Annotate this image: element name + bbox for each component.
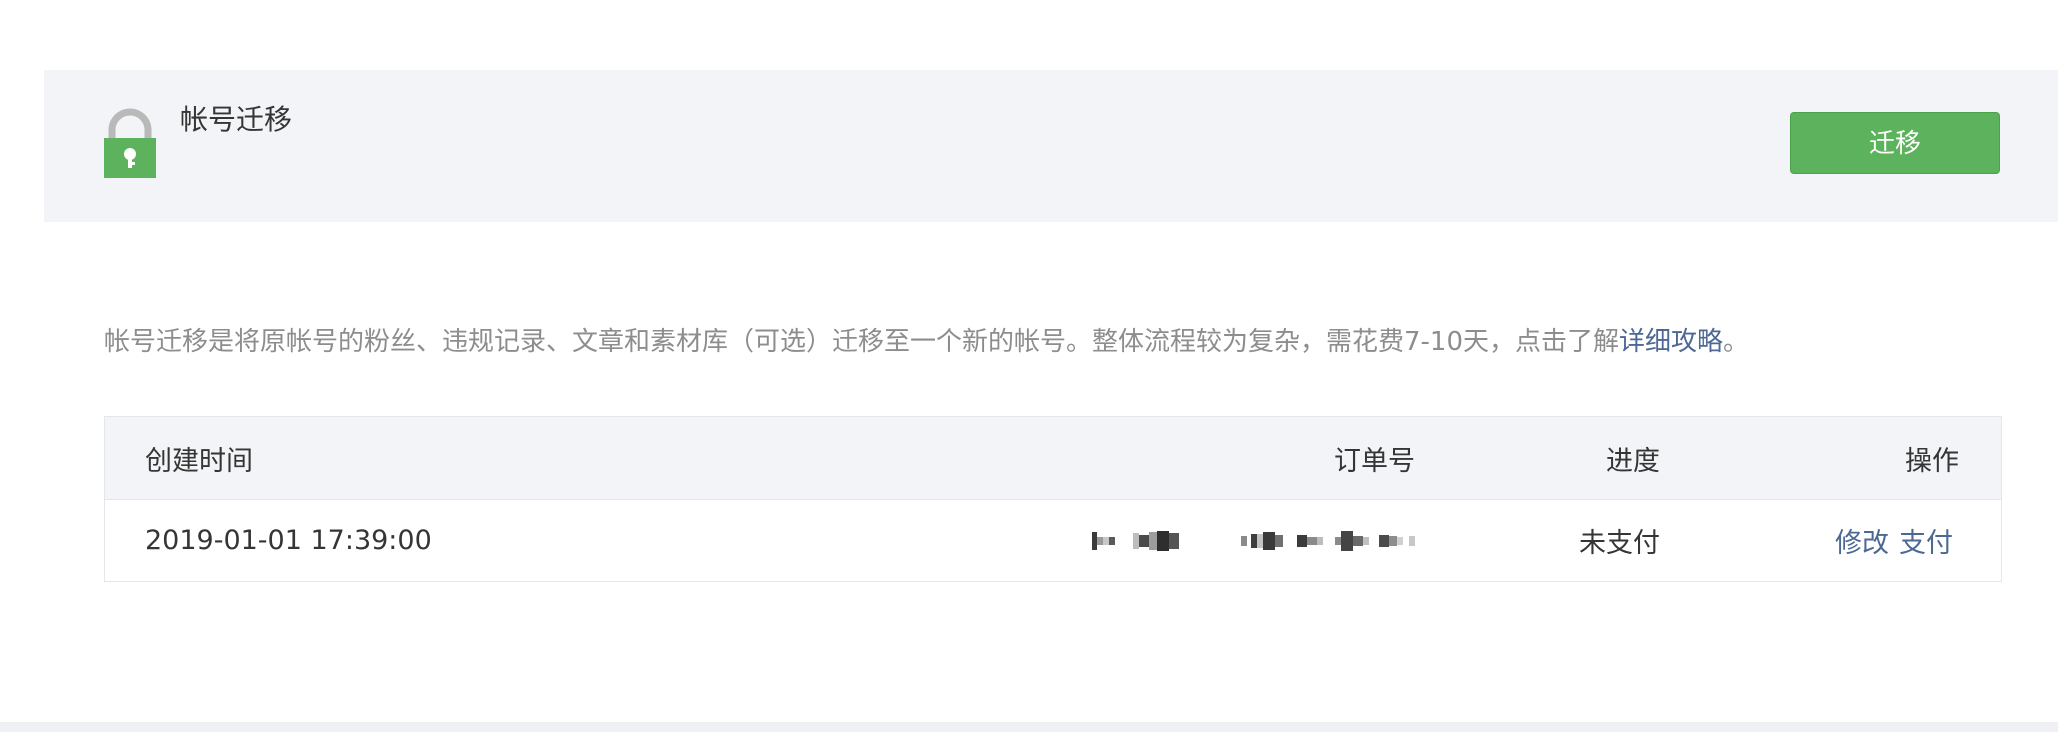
row-created-time: 2019-01-01 17:39:00 xyxy=(145,525,432,556)
migrate-button[interactable]: 迁移 xyxy=(1790,112,2000,174)
header-actions: 操作 xyxy=(1905,445,1959,477)
orders-table: 创建时间 订单号 进度 操作 2019-01-01 17:39:00 未支付 修… xyxy=(104,416,2002,582)
unlocked-padlock-icon xyxy=(104,108,156,178)
edit-link[interactable]: 修改 xyxy=(1835,521,1889,560)
migration-description: 帐号迁移是将原帐号的粉丝、违规记录、文章和素材库（可选）迁移至一个新的帐号。整体… xyxy=(104,322,1749,362)
pay-link[interactable]: 支付 xyxy=(1899,521,1953,560)
row-progress-status: 未支付 xyxy=(1579,528,1660,559)
header-order-no: 订单号 xyxy=(1334,445,1415,477)
page-title: 帐号迁移 xyxy=(180,103,293,136)
description-suffix: 。 xyxy=(1723,327,1750,357)
description-text: 帐号迁移是将原帐号的粉丝、违规记录、文章和素材库（可选）迁移至一个新的帐号。整体… xyxy=(104,327,1620,357)
detailed-guide-link[interactable]: 详细攻略 xyxy=(1619,327,1723,357)
table-header: 创建时间 订单号 进度 操作 xyxy=(105,417,2001,500)
migration-header-panel xyxy=(44,70,2058,222)
row-actions: 修改 支付 xyxy=(1835,500,1953,581)
header-progress: 进度 xyxy=(1606,445,1660,477)
table-row: 2019-01-01 17:39:00 未支付 修改 支付 xyxy=(105,500,2001,581)
header-created-time: 创建时间 xyxy=(145,445,253,477)
pixelated-redaction xyxy=(1092,530,1415,551)
order-number-redacted xyxy=(1092,500,1415,581)
footer-divider xyxy=(0,722,2058,732)
